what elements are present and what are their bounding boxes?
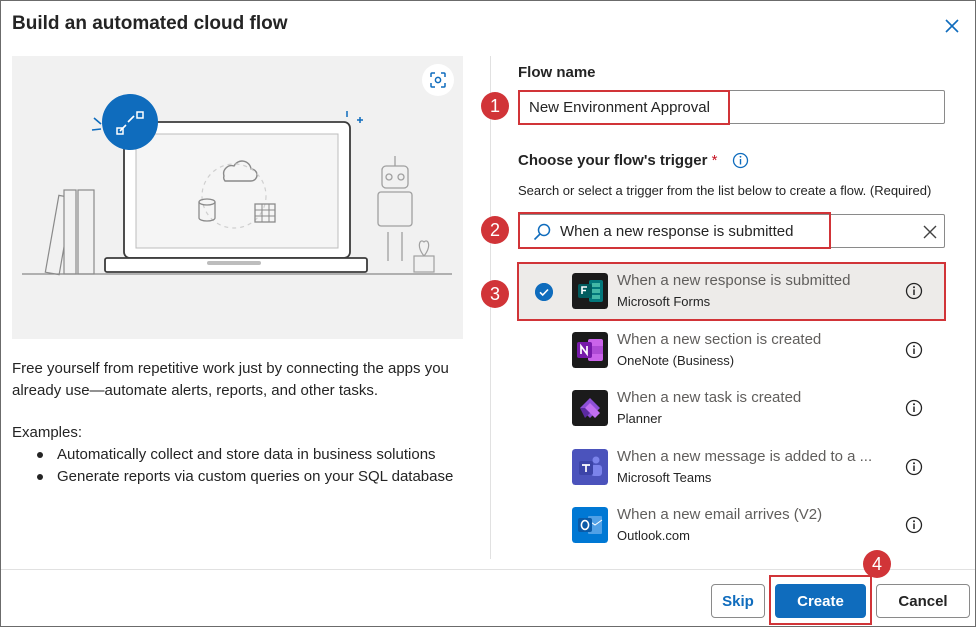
required-mark: *	[711, 152, 718, 169]
focus-icon	[430, 72, 446, 88]
trigger-connector: Outlook.com	[617, 528, 690, 543]
examples-list: Automatically collect and store data in …	[35, 444, 465, 488]
step-badge: 4	[863, 550, 891, 578]
trigger-label: Choose your flow's trigger *	[518, 152, 717, 169]
step-badge: 2	[481, 216, 509, 244]
onenote-icon	[572, 332, 608, 368]
trigger-name: When a new task is created	[617, 389, 802, 406]
search-input[interactable]: When a new response is submitted	[560, 223, 793, 240]
microsoft-forms-icon	[572, 273, 608, 309]
step-badge: 1	[481, 92, 509, 120]
trigger-name: When a new message is added to a ...	[617, 448, 873, 465]
trigger-item-onenote[interactable]: When a new section is created OneNote (B…	[518, 322, 945, 378]
trigger-label-text: Choose your flow's trigger	[518, 152, 708, 169]
skip-button[interactable]: Skip	[711, 584, 765, 618]
trigger-connector: Microsoft Teams	[617, 470, 712, 485]
build-flow-dialog: Build an automated cloud flow Free yours…	[0, 0, 976, 627]
trigger-item-outlook[interactable]: When a new email arrives (V2) Outlook.co…	[518, 497, 945, 553]
trigger-item-teams[interactable]: When a new message is added to a ... Mic…	[518, 439, 945, 495]
focus-mode-button[interactable]	[422, 64, 454, 96]
example-item: Generate reports via custom queries on y…	[35, 466, 465, 488]
cancel-button[interactable]: Cancel	[876, 584, 970, 618]
trigger-name: When a new section is created	[617, 331, 822, 348]
trigger-item-forms[interactable]: When a new response is submitted Microso…	[518, 263, 945, 319]
flow-name-input[interactable]: New Environment Approval	[518, 90, 945, 124]
clear-icon[interactable]	[922, 224, 938, 240]
footer-divider	[1, 569, 975, 570]
info-icon[interactable]	[905, 341, 923, 359]
trigger-connector: Microsoft Forms	[617, 294, 711, 309]
examples-label: Examples:	[12, 424, 83, 441]
trigger-name: When a new response is submitted	[617, 272, 851, 289]
info-icon[interactable]	[905, 458, 923, 476]
description-text: Free yourself from repetitive work just …	[12, 360, 449, 399]
trigger-connector: OneNote (Business)	[617, 353, 735, 368]
outlook-icon	[572, 507, 608, 543]
step-badge: 3	[481, 280, 509, 308]
illustration-panel	[12, 56, 463, 339]
search-icon	[533, 223, 551, 241]
trigger-connector: Planner	[617, 411, 662, 426]
example-item: Automatically collect and store data in …	[35, 444, 465, 466]
checkmark-icon	[535, 283, 553, 301]
flow-name-label: Flow name	[518, 64, 596, 81]
info-icon[interactable]	[905, 516, 923, 534]
close-icon[interactable]	[941, 15, 963, 37]
planner-icon	[572, 390, 608, 426]
laptop-illustration	[22, 94, 452, 276]
create-button[interactable]: Create	[775, 584, 866, 618]
trigger-name: When a new email arrives (V2)	[617, 506, 823, 523]
info-icon[interactable]	[732, 152, 749, 169]
info-icon[interactable]	[905, 282, 923, 300]
dialog-title: Build an automated cloud flow	[12, 13, 288, 34]
trigger-item-planner[interactable]: When a new task is created Planner	[518, 380, 945, 436]
trigger-search-box[interactable]: When a new response is submitted	[518, 214, 945, 248]
info-icon[interactable]	[905, 399, 923, 417]
trigger-hint: Search or select a trigger from the list…	[518, 183, 932, 198]
teams-icon	[572, 449, 608, 485]
